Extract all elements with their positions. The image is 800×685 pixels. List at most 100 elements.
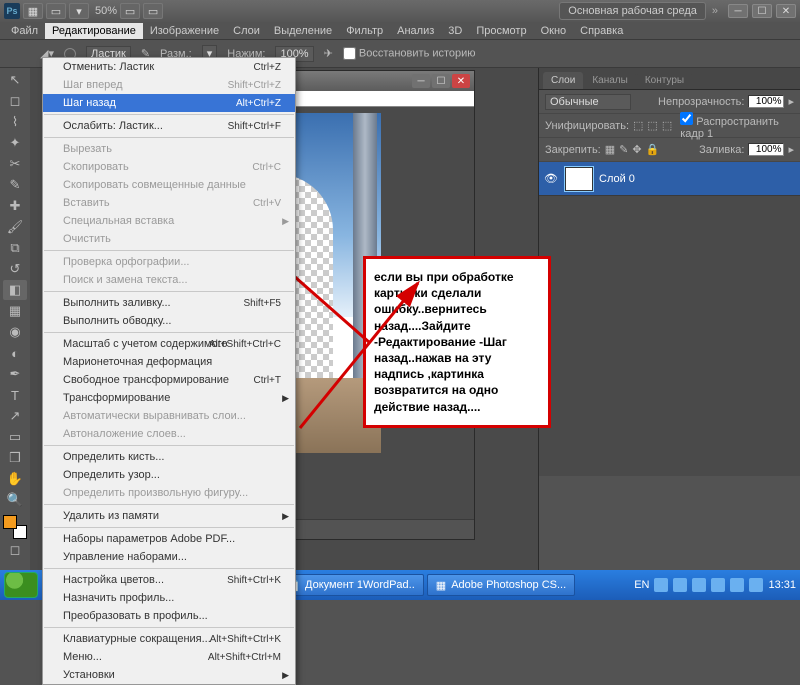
unify-pos-icon[interactable]: ⬚ — [633, 119, 643, 132]
unify-vis-icon[interactable]: ⬚ — [647, 119, 657, 132]
opacity-input[interactable]: 100% — [748, 95, 784, 108]
propagate-checkbox[interactable]: Распространить кадр 1 — [680, 112, 794, 140]
brush-tool-icon[interactable]: 🖌 — [3, 217, 27, 237]
menuitem[interactable]: Настройка цветов...Shift+Ctrl+K — [43, 571, 295, 589]
layer-thumbnail[interactable] — [565, 167, 593, 191]
tray-icon[interactable] — [749, 578, 763, 592]
taskbar-button[interactable]: ▦Adobe Photoshop CS... — [427, 574, 575, 596]
clock[interactable]: 13:31 — [768, 579, 796, 591]
lasso-tool-icon[interactable]: ⌇ — [3, 112, 27, 132]
maximize-button[interactable]: ☐ — [752, 4, 772, 18]
tab-контуры[interactable]: Контуры — [637, 72, 692, 89]
menuitem[interactable]: Определить кисть... — [43, 448, 295, 466]
lang-indicator[interactable]: EN — [634, 579, 649, 591]
bridge-button[interactable]: ▦ — [23, 3, 43, 19]
start-button[interactable] — [4, 572, 38, 598]
minimize-button[interactable]: ─ — [728, 4, 748, 18]
close-button[interactable]: ✕ — [776, 4, 796, 18]
3d-tool-icon[interactable]: ❒ — [3, 448, 27, 468]
menuitem[interactable]: Определить узор... — [43, 466, 295, 484]
blend-mode-select[interactable]: Обычные — [545, 94, 631, 110]
blur-tool-icon[interactable]: ◉ — [3, 322, 27, 342]
doc-maximize-button[interactable]: ☐ — [432, 74, 450, 88]
menuitem[interactable]: Установки▶ — [43, 666, 295, 684]
menuitem[interactable]: Преобразовать в профиль... — [43, 607, 295, 625]
menu-файл[interactable]: Файл — [4, 23, 45, 39]
tray-icon[interactable] — [692, 578, 706, 592]
restore-history-checkbox[interactable]: Восстановить историю — [343, 47, 476, 60]
tray-icon[interactable] — [711, 578, 725, 592]
view-extras-button[interactable]: ▾ — [69, 3, 89, 19]
pen-tool-icon[interactable]: ✒ — [3, 364, 27, 384]
lock-trans-icon[interactable]: ▦ — [605, 143, 615, 156]
opacity-arrow-icon[interactable]: ▸ — [788, 95, 794, 108]
menu-выделение[interactable]: Выделение — [267, 23, 339, 39]
fill-arrow-icon[interactable]: ▸ — [788, 143, 794, 156]
stamp-tool-icon[interactable]: ⧉ — [3, 238, 27, 258]
doc-close-button[interactable]: ✕ — [452, 74, 470, 88]
shape-tool-icon[interactable]: ▭ — [3, 427, 27, 447]
zoom-tool-icon[interactable]: 🔍 — [3, 490, 27, 510]
eraser-tool-icon[interactable]: ◧ — [3, 280, 27, 300]
healing-tool-icon[interactable]: ✚ — [3, 196, 27, 216]
airbrush-icon[interactable]: ✈ — [324, 47, 333, 60]
quickmask-icon[interactable]: ◻ — [3, 540, 27, 560]
unify-style-icon[interactable]: ⬚ — [662, 119, 672, 132]
color-swatch[interactable] — [3, 515, 27, 539]
arrange-button[interactable]: ▭ — [120, 3, 140, 19]
workspace-switcher[interactable]: Основная рабочая среда — [559, 2, 706, 20]
menu-слои[interactable]: Слои — [226, 23, 267, 39]
menu-фильтр[interactable]: Фильтр — [339, 23, 390, 39]
menu-анализ[interactable]: Анализ — [390, 23, 441, 39]
mini-bridge-button[interactable]: ▭ — [46, 3, 66, 19]
menu-просмотр[interactable]: Просмотр — [469, 23, 533, 39]
menuitem[interactable]: Шаг назадAlt+Ctrl+Z — [43, 94, 295, 112]
menuitem[interactable]: Марионеточная деформация — [43, 353, 295, 371]
crop-tool-icon[interactable]: ✂ — [3, 154, 27, 174]
wand-tool-icon[interactable]: ✦ — [3, 133, 27, 153]
visibility-eye-icon[interactable]: 👁 — [543, 172, 559, 185]
history-brush-tool-icon[interactable]: ↺ — [3, 259, 27, 279]
menuitem[interactable]: Выполнить заливку...Shift+F5 — [43, 294, 295, 312]
layer-name[interactable]: Слой 0 — [599, 173, 635, 185]
type-tool-icon[interactable]: T — [3, 385, 27, 405]
menuitem[interactable]: Масштаб с учетом содержимогоAlt+Shift+Ct… — [43, 335, 295, 353]
menu-изображение[interactable]: Изображение — [143, 23, 226, 39]
menu-окно[interactable]: Окно — [534, 23, 574, 39]
lock-all-icon[interactable]: 🔒 — [646, 143, 660, 156]
menuitem[interactable]: Отменить: ЛастикCtrl+Z — [43, 58, 295, 76]
marquee-tool-icon[interactable]: ◻ — [3, 91, 27, 111]
tray-icon[interactable] — [654, 578, 668, 592]
path-tool-icon[interactable]: ↗ — [3, 406, 27, 426]
layer-row[interactable]: 👁 Слой 0 — [539, 162, 800, 196]
move-tool-icon[interactable]: ↖ — [3, 70, 27, 90]
fill-input[interactable]: 100% — [748, 143, 784, 156]
menuitem[interactable]: Управление наборами... — [43, 548, 295, 566]
taskbar-button[interactable]: 📄Документ 1WordPad.. — [277, 574, 423, 596]
menuitem[interactable]: Назначить профиль... — [43, 589, 295, 607]
tray-icon[interactable] — [673, 578, 687, 592]
hand-tool-icon[interactable]: ✋ — [3, 469, 27, 489]
menuitem[interactable]: Трансформирование▶ — [43, 389, 295, 407]
lock-pos-icon[interactable]: ✥ — [632, 143, 641, 156]
menuitem[interactable]: Свободное трансформированиеCtrl+T — [43, 371, 295, 389]
chevrons-icon[interactable]: » — [712, 5, 718, 17]
menu-редактирование[interactable]: Редактирование — [45, 23, 143, 39]
menu-справка[interactable]: Справка — [573, 23, 630, 39]
zoom-level[interactable]: 50% — [95, 5, 117, 17]
menuitem[interactable]: Выполнить обводку... — [43, 312, 295, 330]
menuitem[interactable]: Меню...Alt+Shift+Ctrl+M — [43, 648, 295, 666]
menuitem[interactable]: Удалить из памяти▶ — [43, 507, 295, 525]
menuitem[interactable]: Ослабить: Ластик...Shift+Ctrl+F — [43, 117, 295, 135]
menu-3d[interactable]: 3D — [441, 23, 469, 39]
eyedropper-tool-icon[interactable]: ✎ — [3, 175, 27, 195]
tab-слои[interactable]: Слои — [543, 72, 583, 89]
menuitem[interactable]: Наборы параметров Adobe PDF... — [43, 530, 295, 548]
tab-каналы[interactable]: Каналы — [584, 72, 636, 89]
tray-icon[interactable] — [730, 578, 744, 592]
lock-paint-icon[interactable]: ✎ — [619, 143, 628, 156]
dodge-tool-icon[interactable]: ◐ — [3, 343, 27, 363]
menuitem[interactable]: Клавиатурные сокращения...Alt+Shift+Ctrl… — [43, 630, 295, 648]
doc-minimize-button[interactable]: ─ — [412, 74, 430, 88]
screen-mode-button[interactable]: ▭ — [143, 3, 163, 19]
